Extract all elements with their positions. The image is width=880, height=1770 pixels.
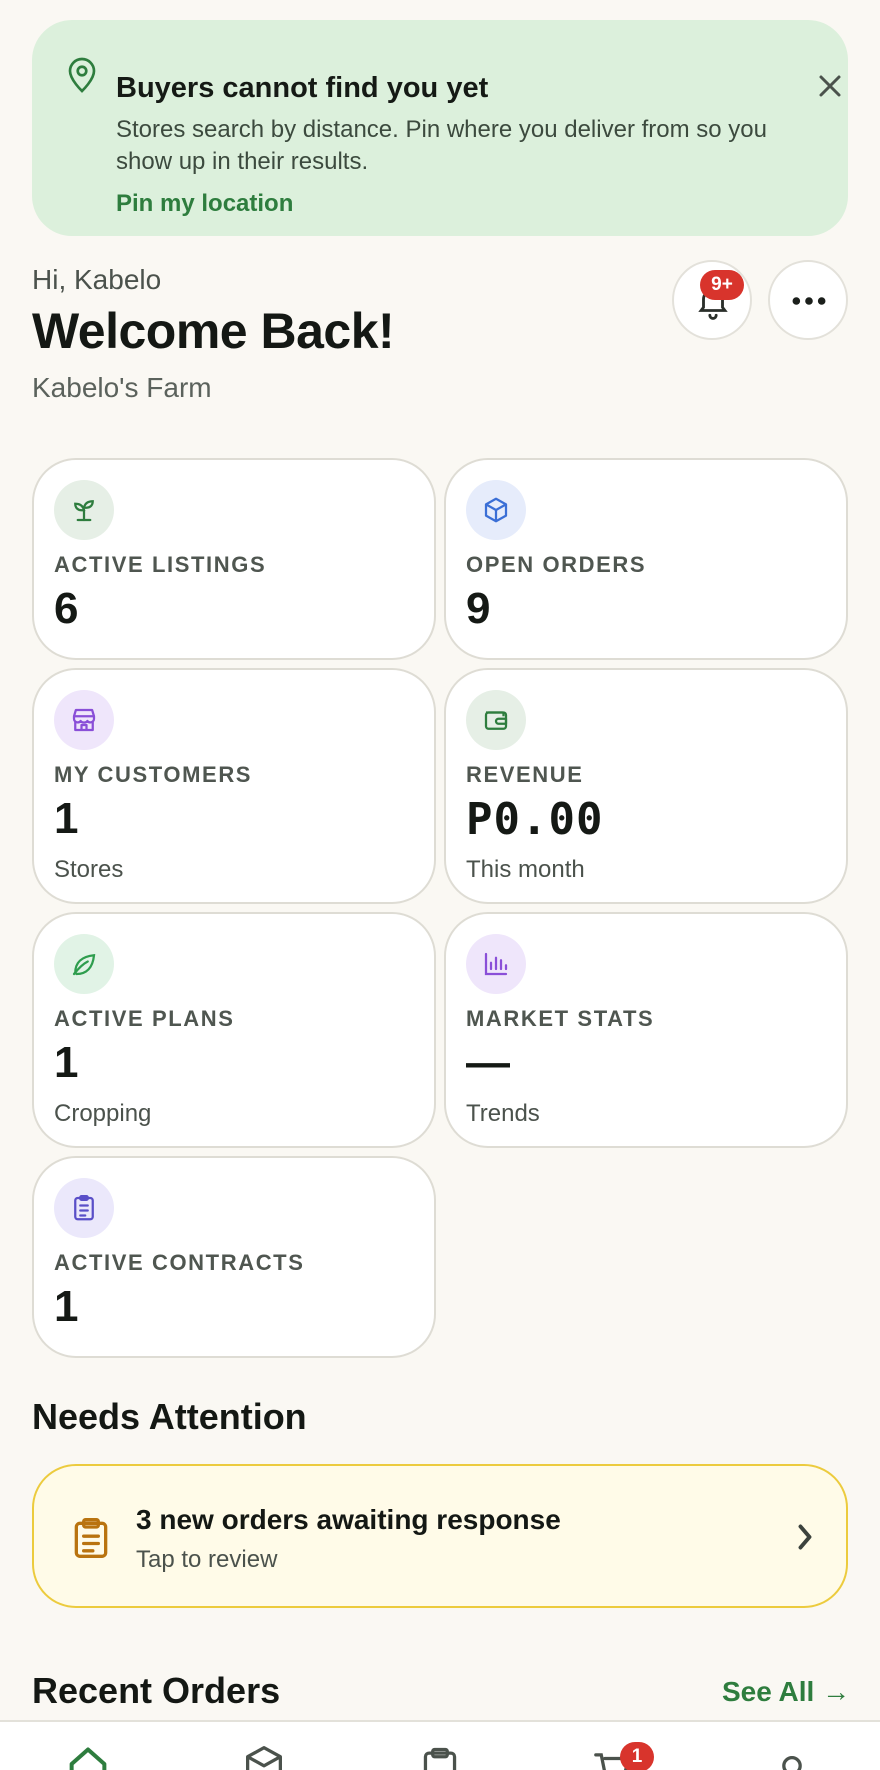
stat-sub: Stores [54,856,124,883]
banner-body: Stores search by distance. Pin where you… [116,116,767,175]
stat-label: ACTIVE PLANS [54,1006,235,1031]
stat-label: MARKET STATS [466,1006,655,1031]
more-horizontal-icon [792,297,826,305]
stat-sub: This month [466,856,585,883]
icon-bg [54,480,114,540]
bar-chart-icon [484,952,508,976]
icon-bg [54,934,114,994]
icon-bg [466,690,526,750]
stat-label: ACTIVE LISTINGS [54,552,267,577]
leaf-icon [72,953,96,976]
stat-card-active-listings[interactable]: ACTIVE LISTINGS 6 [32,458,436,660]
stat-value: 1 [54,1282,79,1331]
stat-label: ACTIVE CONTRACTS [54,1250,305,1275]
stat-card-my-customers[interactable]: MY CUSTOMERS 1 Stores [32,668,436,904]
store-icon [72,708,96,732]
bottom-nav [0,1720,880,1770]
stat-value: — [466,1038,510,1087]
greeting: Hi, Kabelo [32,264,162,295]
notification-badge: 9+ [700,270,744,300]
box-icon [484,497,508,523]
stat-sub: Cropping [54,1100,152,1127]
attention-title: 3 new orders awaiting response [136,1504,561,1535]
page-title: Welcome Back! [32,303,395,359]
stat-card-market-stats[interactable]: MARKET STATS — Trends [444,912,848,1148]
see-all-link[interactable]: See All → [722,1676,850,1708]
sprout-icon [74,500,94,522]
stat-value: 9 [466,584,491,633]
stat-card-active-contracts[interactable]: ACTIVE CONTRACTS 1 [32,1156,436,1358]
recent-orders-title: Recent Orders [32,1670,281,1711]
stat-label: MY CUSTOMERS [54,762,253,787]
needs-attention-title: Needs Attention [32,1396,307,1437]
needs-attention-item[interactable]: 3 new orders awaiting response Tap to re… [32,1464,848,1608]
icon-bg [54,690,114,750]
clipboard-icon [74,1195,94,1221]
stat-sub: Trends [466,1100,540,1127]
stat-value: P0.00 [466,794,604,845]
cart-badge: 1 [620,1742,654,1770]
icon-bg [466,934,526,994]
stat-value: 1 [54,1038,79,1087]
pin-location-link[interactable]: Pin my location [116,190,293,218]
clipboard-icon [74,1518,108,1558]
stat-value: 1 [54,794,79,843]
map-pin-icon [68,57,96,93]
farm-name: Kabelo's Farm [32,372,212,403]
profile-icon[interactable] [770,1744,814,1770]
stat-label: OPEN ORDERS [466,552,647,577]
stat-card-active-plans[interactable]: ACTIVE PLANS 1 Cropping [32,912,436,1148]
icon-bg [466,480,526,540]
box-icon[interactable] [242,1744,286,1770]
clipboard-icon[interactable] [418,1744,462,1770]
icon-bg [54,1178,114,1238]
stat-card-open-orders[interactable]: OPEN ORDERS 9 [444,458,848,660]
banner-title: Buyers cannot find you yet [116,72,489,104]
home-icon[interactable] [66,1744,110,1770]
wallet-icon [484,711,508,730]
more-options-button[interactable] [768,260,848,340]
chevron-right-icon [798,1524,812,1550]
attention-sub: Tap to review [136,1546,278,1573]
close-icon[interactable] [812,68,848,104]
stat-value: 6 [54,584,79,633]
stat-label: REVENUE [466,762,584,787]
location-banner: Buyers cannot find you yet Stores search… [32,20,848,236]
stat-card-revenue[interactable]: REVENUE P0.00 This month [444,668,848,904]
